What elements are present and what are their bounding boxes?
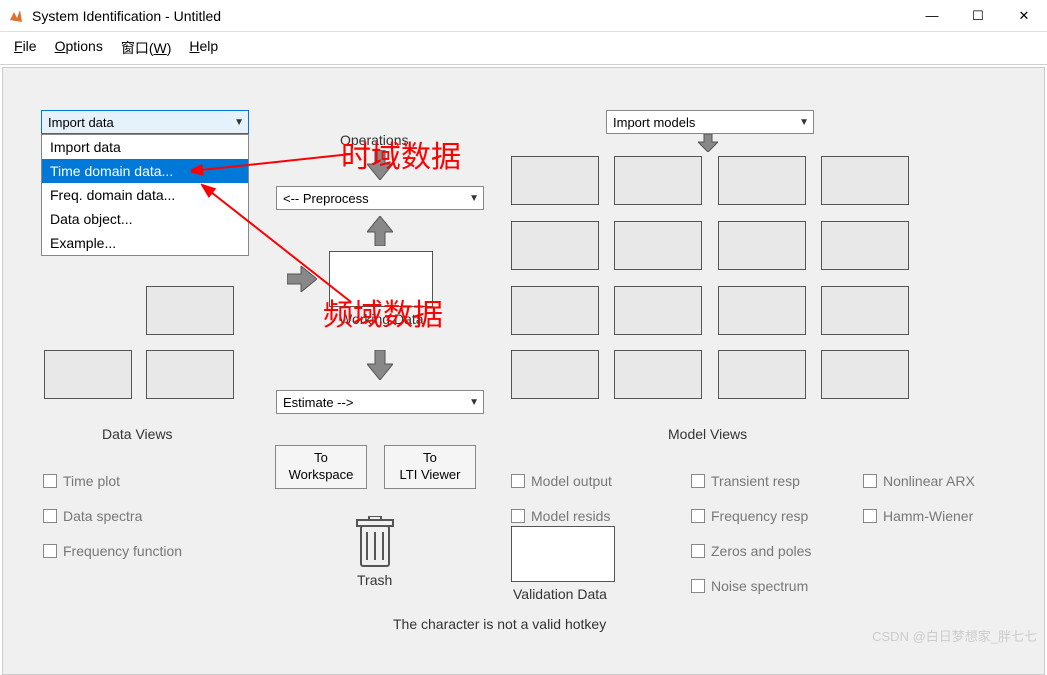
status-text: The character is not a valid hotkey [393,616,606,632]
model-slot[interactable] [511,221,599,270]
model-slot[interactable] [718,156,806,205]
chevron-down-icon: ▼ [234,117,244,128]
to-workspace-button[interactable]: To Workspace [275,445,367,489]
model-slot[interactable] [614,350,702,399]
estimate-label: Estimate --> [283,395,353,410]
to-lti-viewer-button[interactable]: To LTI Viewer [384,445,476,489]
validation-label: Validation Data [513,586,607,602]
opt-data-object[interactable]: Data object... [42,207,248,231]
opt-freq-domain[interactable]: Freq. domain data... [42,183,248,207]
working-data-label: Working Data [339,311,424,327]
model-slot[interactable] [718,286,806,335]
chevron-down-icon: ▼ [799,117,809,128]
preprocess-label: <-- Preprocess [283,191,369,206]
checkbox-icon [863,474,877,488]
validation-data-slot[interactable] [511,526,615,582]
model-slot[interactable] [821,286,909,335]
checkbox-icon [691,544,705,558]
chk-zeros[interactable]: Zeros and poles [691,543,811,559]
menu-file[interactable]: File [14,38,37,58]
model-slot[interactable] [821,156,909,205]
checkbox-icon [691,474,705,488]
menu-window[interactable]: 窗口(W) [121,38,172,58]
menu-help[interactable]: Help [189,38,218,58]
minimize-button[interactable]: — [909,0,955,32]
data-views-heading: Data Views [102,426,173,442]
chk-hw[interactable]: Hamm-Wiener [863,508,973,524]
preprocess-combo[interactable]: <-- Preprocess ▼ [276,186,484,210]
checkbox-icon [511,509,525,523]
maximize-button[interactable]: ☐ [955,0,1001,32]
import-data-dropdown: Import data Time domain data... Freq. do… [41,134,249,256]
model-slot[interactable] [614,156,702,205]
menu-options[interactable]: Options [55,38,103,58]
data-slot[interactable] [146,350,234,399]
chevron-down-icon: ▼ [469,397,479,408]
checkbox-icon [43,509,57,523]
checkbox-icon [691,509,705,523]
model-slot[interactable] [511,350,599,399]
window-controls: — ☐ ✕ [909,0,1047,32]
model-views-heading: Model Views [668,426,747,442]
data-slot[interactable] [146,286,234,335]
titlebar: System Identification - Untitled — ☐ ✕ [0,0,1047,32]
model-slot[interactable] [614,286,702,335]
chk-noise[interactable]: Noise spectrum [691,578,808,594]
arrow-down-icon [367,150,393,180]
import-data-combo[interactable]: Import data ▼ [41,110,249,134]
model-slot[interactable] [511,286,599,335]
arrow-up-icon [367,216,393,246]
arrow-right-icon [287,266,317,292]
checkbox-icon [43,544,57,558]
model-slot[interactable] [821,221,909,270]
estimate-combo[interactable]: Estimate --> ▼ [276,390,484,414]
matlab-icon [8,8,24,24]
checkbox-icon [511,474,525,488]
import-data-label: Import data [48,115,114,130]
chk-time-plot[interactable]: Time plot [43,473,120,489]
window-title: System Identification - Untitled [32,8,909,24]
chk-data-spectra[interactable]: Data spectra [43,508,142,524]
arrow-down-icon [698,134,718,152]
model-slot[interactable] [718,221,806,270]
model-slot[interactable] [614,221,702,270]
chk-model-resids[interactable]: Model resids [511,508,610,524]
import-models-combo[interactable]: Import models ▼ [606,110,814,134]
opt-time-domain[interactable]: Time domain data... [42,159,248,183]
opt-import-data[interactable]: Import data [42,135,248,159]
close-button[interactable]: ✕ [1001,0,1047,32]
checkbox-icon [863,509,877,523]
model-slot[interactable] [718,350,806,399]
data-slot[interactable] [44,350,132,399]
chk-nlarx[interactable]: Nonlinear ARX [863,473,975,489]
model-slot[interactable] [821,350,909,399]
model-slot[interactable] [511,156,599,205]
chk-transient[interactable]: Transient resp [691,473,800,489]
workarea: Import data ▼ Import data Time domain da… [2,67,1045,675]
operations-label: Operations [340,132,408,148]
checkbox-icon [691,579,705,593]
chk-freq-func[interactable]: Frequency function [43,543,182,559]
chk-freq-resp[interactable]: Frequency resp [691,508,808,524]
import-models-label: Import models [613,115,695,130]
trash-icon[interactable] [353,516,397,568]
chevron-down-icon: ▼ [469,193,479,204]
trash-label: Trash [357,572,392,588]
arrow-down-icon [367,350,393,380]
menubar: File Options 窗口(W) Help [0,32,1047,65]
opt-example[interactable]: Example... [42,231,248,255]
watermark: CSDN @白日梦想家_胖七七 [872,626,1037,645]
working-data-slot[interactable] [329,251,433,307]
checkbox-icon [43,474,57,488]
chk-model-output[interactable]: Model output [511,473,612,489]
